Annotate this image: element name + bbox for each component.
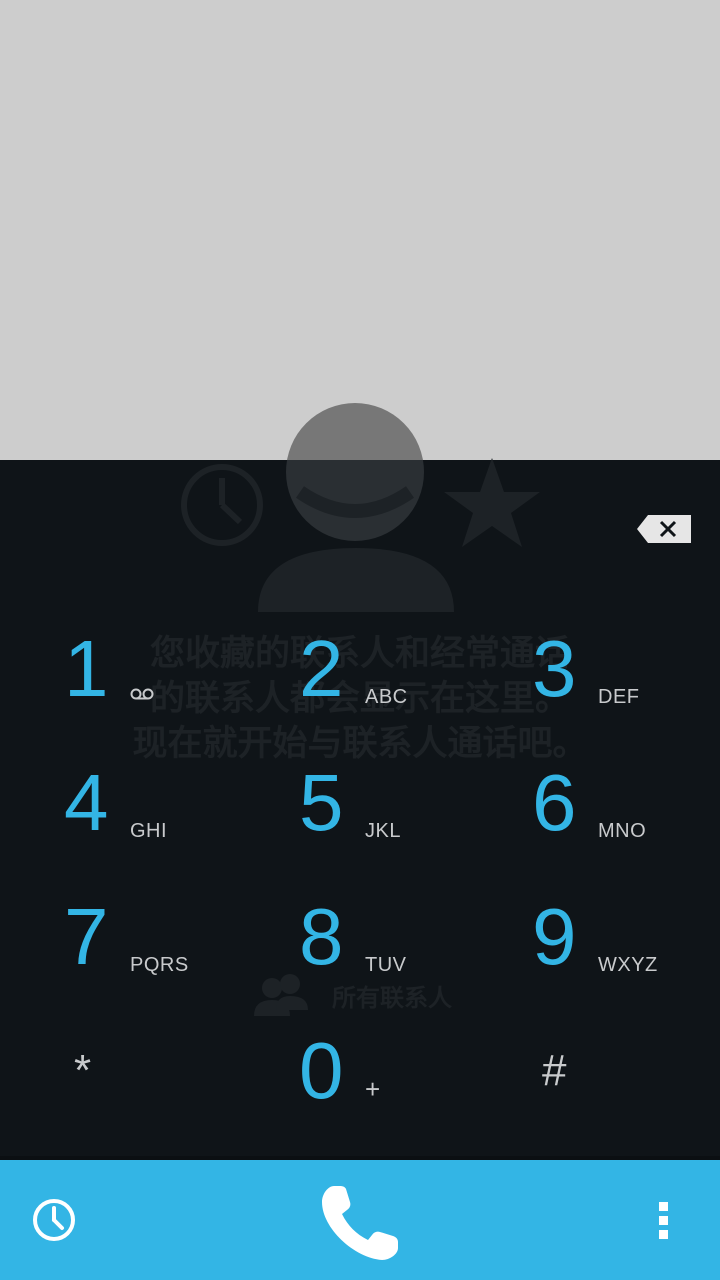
key-symbol: # <box>542 1046 567 1095</box>
key-letters: TUV <box>365 954 407 976</box>
key-symbol: * <box>74 1046 92 1095</box>
key-letters: WXYZ <box>598 954 658 976</box>
key-digit: 1 <box>64 624 109 713</box>
clock-icon <box>33 1199 75 1241</box>
key-pound[interactable]: # <box>468 1004 701 1138</box>
key-digit: 3 <box>532 624 577 713</box>
key-star[interactable]: * <box>0 1004 233 1138</box>
key-digit: 2 <box>299 624 344 713</box>
dialer-screen: 您收藏的联系人和经常通话 的联系人都会显示在这里。 现在就开始与联系人通话吧。 … <box>0 0 720 1280</box>
key-2[interactable]: 2 ABC <box>235 602 468 736</box>
call-log-button[interactable] <box>26 1192 82 1248</box>
key-4[interactable]: 4 GHI <box>0 736 233 870</box>
key-5[interactable]: 5 JKL <box>235 736 468 870</box>
more-vert-icon <box>659 1202 668 1239</box>
key-digit: 7 <box>64 892 109 981</box>
key-digit: 9 <box>532 892 577 981</box>
key-1[interactable]: 1 <box>0 602 233 736</box>
key-0[interactable]: 0 + <box>235 1004 468 1138</box>
key-letters: MNO <box>598 820 647 842</box>
key-letters: DEF <box>598 686 640 708</box>
backspace-icon <box>637 515 691 543</box>
key-3[interactable]: 3 DEF <box>468 602 701 736</box>
key-letters: PQRS <box>130 954 189 976</box>
key-digit: 0 <box>299 1026 344 1115</box>
key-digit: 8 <box>299 892 344 981</box>
overflow-menu-button[interactable] <box>640 1190 688 1250</box>
bottom-action-bar <box>0 1160 720 1280</box>
key-letters: GHI <box>130 820 168 842</box>
key-digit: 6 <box>532 758 577 847</box>
dial-button[interactable] <box>310 1178 410 1262</box>
speed-dial-area <box>0 0 720 460</box>
key-digit: 5 <box>299 758 344 847</box>
key-letters: JKL <box>365 820 401 842</box>
key-6[interactable]: 6 MNO <box>468 736 701 870</box>
key-8[interactable]: 8 TUV <box>235 870 468 1004</box>
key-9[interactable]: 9 WXYZ <box>468 870 701 1004</box>
key-letters: ABC <box>365 686 408 708</box>
voicemail-icon <box>130 688 154 700</box>
key-digit: 4 <box>64 758 109 847</box>
phone-icon <box>322 1186 398 1260</box>
backspace-button[interactable] <box>636 514 692 544</box>
key-7[interactable]: 7 PQRS <box>0 870 233 1004</box>
key-letters: + <box>365 1074 381 1104</box>
